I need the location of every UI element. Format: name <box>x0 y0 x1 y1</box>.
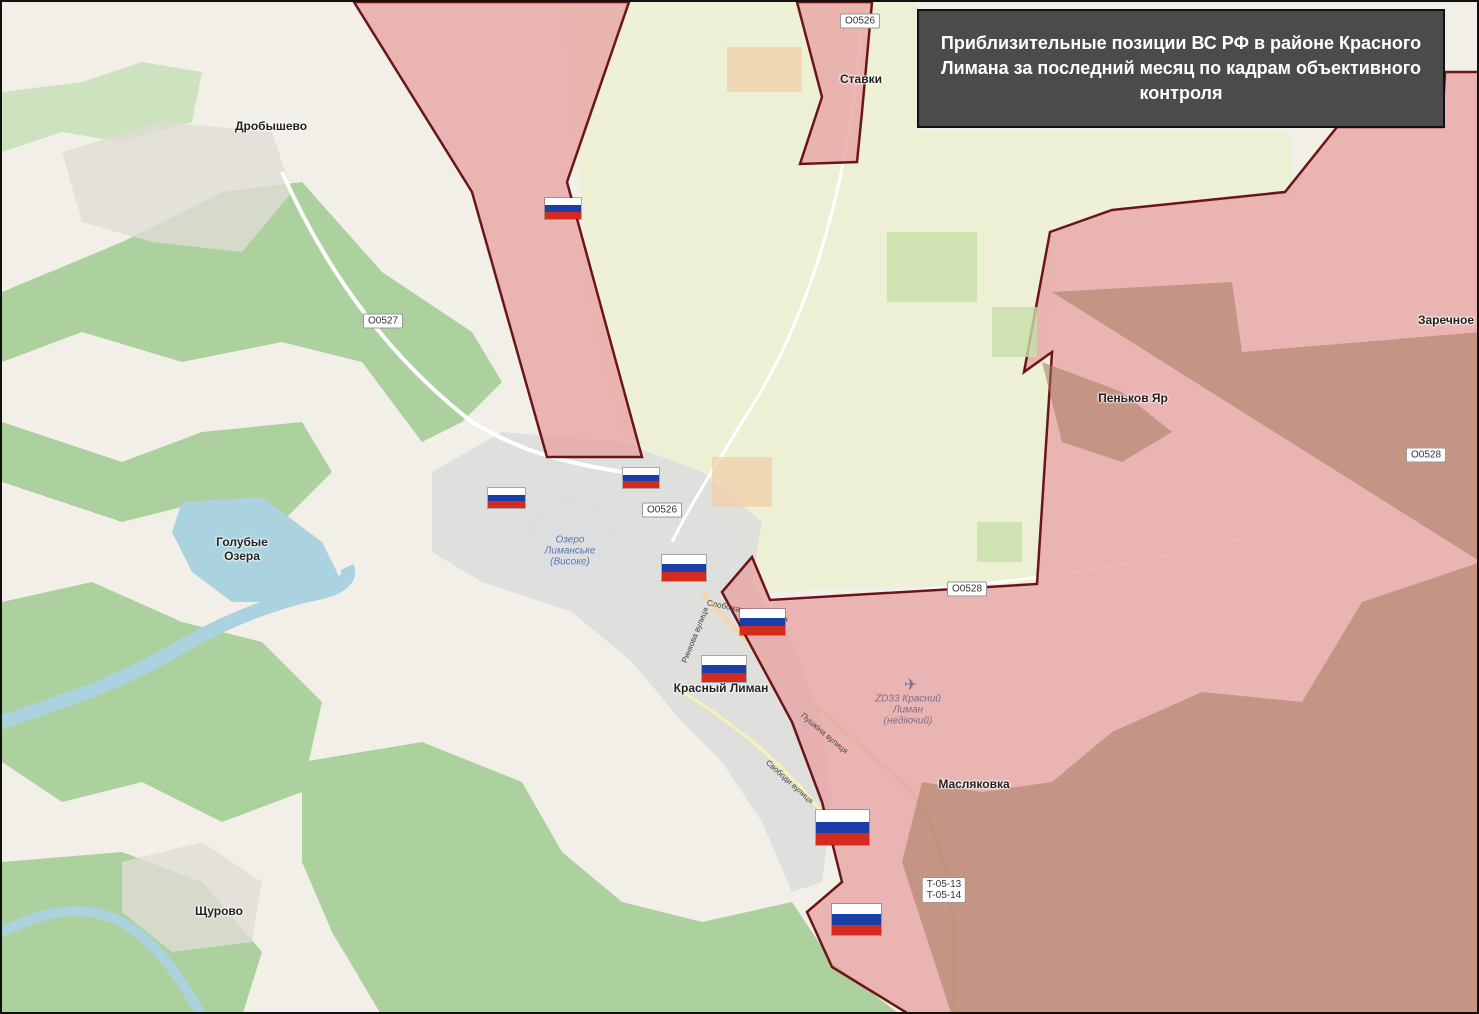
road-shield-o0526-top: O0526 <box>839 13 881 29</box>
place-golubye-ozera: Голубые Озера <box>216 535 268 563</box>
map-title: Приблизительные позиции ВС РФ в районе К… <box>917 9 1445 128</box>
forest-west <box>2 422 332 522</box>
russian-flag-icon <box>832 904 881 935</box>
lake-label: Озеро Лиманське (Високе) <box>544 534 596 568</box>
urban-drobyshevo <box>62 122 292 252</box>
russian-flag-icon <box>545 198 581 219</box>
place-maslyakovka: Масляковка <box>938 777 1010 791</box>
airport-label: ZD33 Красний Лиман (недіючий) <box>875 693 941 727</box>
map-canvas[interactable]: ✈ Приблизительные позиции ВС РФ в районе… <box>0 0 1479 1014</box>
road-shield-o0528-right: O0528 <box>1405 447 1447 463</box>
russian-flag-icon <box>488 488 525 509</box>
road-shield-o0526-mid: O0526 <box>641 502 683 518</box>
place-stavki: Ставки <box>840 72 882 86</box>
russian-flag-icon <box>662 555 706 582</box>
field-green-3 <box>992 307 1037 357</box>
russian-flag-icon <box>702 656 746 683</box>
road-shield-t0513: T-05-13 T-05-14 <box>921 877 967 903</box>
base-map: ✈ <box>2 2 1477 1012</box>
place-krasny-liman: Красный Лиман <box>673 681 769 695</box>
place-zarechnoe: Заречное <box>1417 313 1475 327</box>
field-green-1 <box>887 232 977 302</box>
place-penkov-yar: Пеньков Яр <box>1098 391 1168 405</box>
farm-patch <box>727 47 802 92</box>
farm-patch-2 <box>712 457 772 507</box>
road-shield-o0528-mid: O0528 <box>946 581 988 597</box>
place-shchurovo: Щурово <box>195 904 243 918</box>
airport-icon: ✈ <box>904 675 917 694</box>
field-green-2 <box>977 522 1022 562</box>
russian-flag-icon <box>816 810 869 846</box>
place-drobyshevo: Дробышево <box>234 119 308 133</box>
russian-flag-icon <box>740 609 785 636</box>
russian-flag-icon <box>623 468 659 489</box>
road-shield-o0527: O0527 <box>362 313 404 329</box>
